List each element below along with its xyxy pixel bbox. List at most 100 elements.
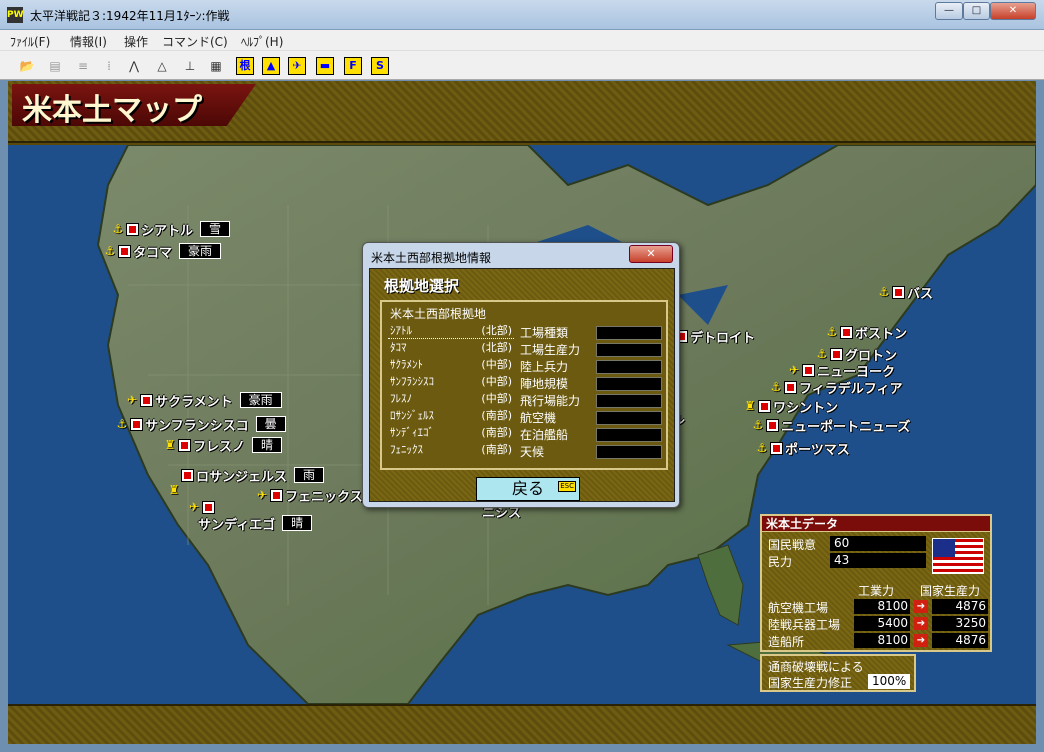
base-row-sacramento[interactable]: ｻｸﾗﾒﾝﾄ (中部) (388, 356, 514, 373)
stats-icon[interactable]: ⁞ (100, 57, 118, 75)
window-titlebar: PW 太平洋戦記３:1942年11月1ﾀｰﾝ:作戦 — □ ✕ (0, 0, 1044, 30)
aircraft-factory-industry: 8100 (854, 599, 910, 614)
city-newyork[interactable]: ✈ ニューヨーク (788, 362, 895, 380)
base-marker (830, 347, 843, 361)
ship-icon[interactable]: ▬ (316, 57, 334, 75)
anchor-icon: ⚓ (878, 285, 890, 299)
city-philadelphia[interactable]: ⚓ フィラデルフィア (770, 379, 902, 397)
menu-help[interactable]: ﾍﾙﾌﾟ(H) (241, 33, 283, 50)
city-bath[interactable]: ⚓ バス (878, 284, 933, 302)
compass-icon[interactable]: ⋀ (125, 57, 143, 75)
airfield-icon: ✈ (256, 488, 268, 502)
maximize-button[interactable]: □ (963, 2, 990, 20)
city-detroit[interactable]: デトロイト (675, 328, 755, 346)
power-label: 民力 (768, 555, 793, 569)
shipyard-label: 造船所 (768, 635, 805, 649)
arrow-right-icon: ➔ (914, 634, 928, 647)
weather-sacramento: 豪雨 (239, 392, 282, 408)
base-list-heading: 米本土西部根拠地 (390, 307, 487, 321)
weather-tacoma: 豪雨 (179, 243, 222, 259)
city-portsmouth[interactable]: ⚓ ポーツマス (756, 440, 850, 458)
weather-losangeles: 雨 (294, 467, 325, 483)
city-sacramento[interactable]: ✈ サクラメント 豪雨 (126, 392, 282, 410)
info-row: 陸上兵力 (520, 358, 662, 375)
anchor-icon: ⚓ (752, 418, 764, 432)
anchor-icon: ⚓ (756, 441, 768, 455)
divider-icon[interactable]: △ (153, 57, 171, 75)
city-sandiego[interactable]: サンディエゴ 晴 (198, 515, 313, 533)
base-row-tacoma[interactable]: ﾀｺﾏ (北部) (388, 339, 514, 356)
army-icon: ♜ (164, 438, 176, 452)
base-marker (892, 285, 905, 299)
base-marker (784, 380, 797, 394)
window-title: 太平洋戦記３:1942年11月1ﾀｰﾝ:作戦 (30, 9, 230, 23)
anchor-icon: ⚓ (112, 222, 124, 236)
menu-file[interactable]: ﾌｧｲﾙ(F) (10, 33, 50, 50)
base-row-seattle[interactable]: ｼｱﾄﾙ (北部) (388, 322, 514, 339)
list-icon[interactable]: ≡ (74, 57, 92, 75)
dialog-close-button[interactable]: ✕ (629, 245, 673, 263)
menu-operation[interactable]: 操作 (124, 33, 148, 50)
weather-sanfrancisco: 曇 (255, 416, 286, 432)
us-data-panel: 米本土データ 国民戦意 60 民力 43 工業力 国家生産力 航空機工場 810… (760, 514, 992, 652)
base-select-panel: 米本土西部根拠地 ｼｱﾄﾙ (北部) ﾀｺﾏ (北部) ｻｸﾗﾒﾝﾄ (中部) ｻﾝﾌ… (380, 300, 668, 470)
city-sanfrancisco[interactable]: ⚓ サンフランシスコ 曇 (116, 416, 286, 434)
base-row-fresno[interactable]: ﾌﾚｽﾉ (中部) (388, 390, 514, 407)
menu-info[interactable]: 情報(I) (70, 33, 107, 50)
city-washington[interactable]: ♜ ワシントン (744, 398, 838, 416)
info-row: 陣地規模 (520, 375, 662, 392)
city-losangeles-icon: ♜ (168, 482, 180, 498)
base-row-sanfrancisco[interactable]: ｻﾝﾌﾗﾝｼｽｺ (中部) (388, 373, 514, 390)
arrow-right-icon: ➔ (914, 600, 928, 613)
dialog-body: 根拠地選択 米本土西部根拠地 ｼｱﾄﾙ (北部) ﾀｺﾏ (北部) ｻｸﾗﾒﾝﾄ (中… (369, 268, 675, 502)
national-header: 国家生産力 (920, 584, 981, 598)
arrow-right-icon: ➔ (914, 617, 928, 630)
us-flag-icon (932, 538, 984, 574)
esc-key-icon: ESC (558, 481, 576, 492)
base-marker (770, 441, 783, 455)
close-button[interactable]: ✕ (990, 2, 1036, 20)
info-row: 在泊艦船 (520, 426, 662, 443)
city-boston[interactable]: ⚓ ボストン (826, 324, 907, 342)
city-seattle[interactable]: ⚓ シアトル 雪 (112, 221, 231, 239)
info-row: 天候 (520, 443, 662, 460)
city-losangeles[interactable]: ロサンジェルス 雨 (181, 467, 325, 485)
minimize-button[interactable]: — (935, 2, 963, 20)
anchor-icon: ⚓ (770, 380, 782, 394)
production-modifier-box: 通商破壊戦による 国家生産力修正 100% (760, 654, 916, 692)
army-icon: ♜ (744, 399, 756, 413)
base-row-phoenix[interactable]: ﾌｪﾆｯｸｽ (南部) (388, 441, 514, 458)
base-row-losangeles[interactable]: ﾛｻﾝｼﾞｪﾙｽ (南部) (388, 407, 514, 424)
back-button[interactable]: 戻る ESC (476, 477, 580, 501)
anchor-icon: ⚓ (116, 417, 128, 431)
info-row: 工場種類 (520, 324, 662, 341)
f-icon[interactable]: F (344, 57, 362, 75)
document-icon[interactable]: ▦ (207, 57, 225, 75)
base-marker (270, 488, 283, 502)
city-tacoma[interactable]: ⚓ タコマ 豪雨 (104, 243, 222, 261)
aircraft-icon[interactable]: ✈ (288, 57, 306, 75)
arms-factory-industry: 5400 (854, 616, 910, 631)
base-row-sandiego[interactable]: ｻﾝﾃﾞｨｴｺﾞ (南部) (388, 424, 514, 441)
s-icon[interactable]: S (371, 57, 389, 75)
menu-bar: ﾌｧｲﾙ(F) 情報(I) 操作 コマンド(C) ﾍﾙﾌﾟ(H) (0, 30, 1044, 50)
morale-value: 60 (830, 536, 926, 551)
ruler-icon[interactable]: ⊥ (181, 57, 199, 75)
info-row: 工場生産力 (520, 341, 662, 358)
info-row: 航空機 (520, 409, 662, 426)
airfield-icon: ✈ (788, 363, 800, 377)
base-marker (178, 438, 191, 452)
data-panel-title: 米本土データ (762, 516, 990, 532)
city-fresno[interactable]: ♜ フレスノ 晴 (164, 437, 283, 455)
info-row: 飛行場能力 (520, 392, 662, 409)
app-icon: PW (7, 7, 24, 23)
city-newportnews[interactable]: ⚓ ニューポートニューズ (752, 417, 910, 435)
footer-band (8, 704, 1036, 744)
shipyard-industry: 8100 (854, 633, 910, 648)
morale-label: 国民戦意 (768, 538, 817, 552)
open-icon[interactable]: 📂 (18, 57, 36, 75)
base-icon[interactable]: 根 (236, 57, 254, 75)
terrain-icon[interactable]: ▲ (262, 57, 280, 75)
save-icon[interactable]: ▤ (46, 57, 64, 75)
menu-command[interactable]: コマンド(C) (162, 33, 228, 50)
